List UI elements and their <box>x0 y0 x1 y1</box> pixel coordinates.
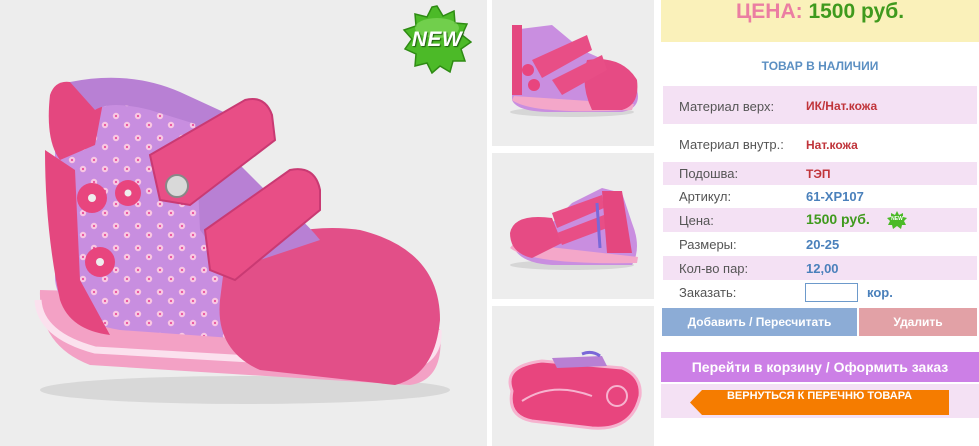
order-unit-label: кор. <box>867 285 893 300</box>
spec-label-sizes: Размеры: <box>679 237 737 252</box>
back-to-list-label: ВЕРНУТЬСЯ К ПЕРЕЧНЮ ТОВАРА <box>726 390 913 402</box>
spec-row-article: Артикул: 61-XP107 <box>663 185 977 208</box>
spec-value-upper: ИК/Нат.кожа <box>806 99 878 113</box>
new-mini-badge-icon: NEW <box>887 211 907 229</box>
back-to-list-button[interactable]: ВЕРНУТЬСЯ К ПЕРЕЧНЮ ТОВАРА <box>690 390 949 415</box>
spec-row-lining: Материал внутр.: Нат.кожа <box>663 132 977 156</box>
spec-label-upper: Материал верх: <box>679 99 775 114</box>
spec-value-sole: ТЭП <box>806 167 831 181</box>
delete-button[interactable]: Удалить <box>859 308 977 336</box>
spec-value-article: 61-XP107 <box>806 189 864 204</box>
spec-row-pairs: Кол-во пар: 12,00 <box>663 256 977 280</box>
spec-value-pairs: 12,00 <box>806 261 839 276</box>
price-banner-value: 1500 руб. <box>808 0 905 23</box>
spec-label-order: Заказать: <box>679 285 737 300</box>
price-banner: ЦЕНА: 1500 руб. <box>661 0 979 42</box>
availability-status: ТОВАР В НАЛИЧИИ <box>761 59 879 73</box>
shoe-thumb-sole[interactable] <box>492 306 654 446</box>
spec-row-price: Цена: 1500 руб. NEW <box>663 208 977 232</box>
spec-row-sizes: Размеры: 20-25 <box>663 232 977 256</box>
spec-label-lining: Материал внутр.: <box>679 137 784 152</box>
new-mini-badge-label: NEW <box>891 216 903 222</box>
shoe-thumb-side[interactable] <box>492 153 654 299</box>
add-recalculate-button[interactable]: Добавить / Пересчитать <box>662 308 857 336</box>
new-badge-label: NEW <box>411 28 463 51</box>
go-to-cart-button[interactable]: Перейти в корзину / Оформить заказ <box>661 352 979 382</box>
spec-value-price: 1500 руб. <box>806 211 870 227</box>
spec-row-upper: Материал верх: ИК/Нат.кожа <box>663 86 977 124</box>
spec-label-sole: Подошва: <box>679 166 739 181</box>
order-quantity-input[interactable] <box>805 283 858 302</box>
spec-value-sizes: 20-25 <box>806 237 840 252</box>
spec-value-lining: Нат.кожа <box>806 138 858 152</box>
price-banner-label: ЦЕНА: <box>735 0 803 23</box>
spec-row-sole: Подошва: ТЭП <box>663 162 977 185</box>
new-badge-icon: NEW <box>402 4 473 75</box>
spec-label-pairs: Кол-во пар: <box>679 261 749 276</box>
shoe-thumb-front[interactable] <box>492 0 654 146</box>
spec-label-price: Цена: <box>679 213 714 228</box>
spec-label-article: Артикул: <box>679 189 732 204</box>
